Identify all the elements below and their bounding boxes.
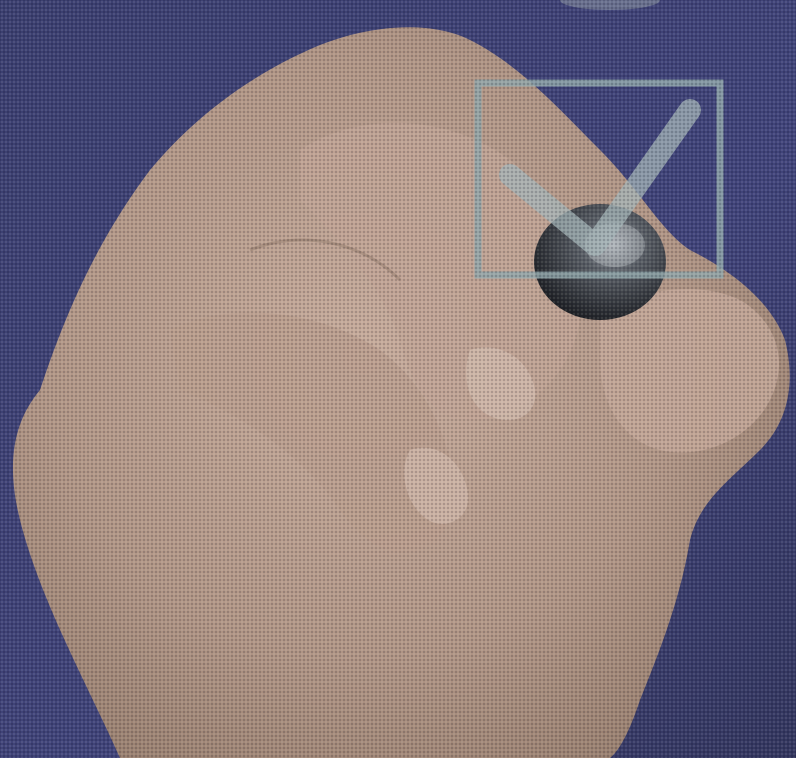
hand-illustration <box>0 0 796 758</box>
photo-scene <box>0 0 796 758</box>
